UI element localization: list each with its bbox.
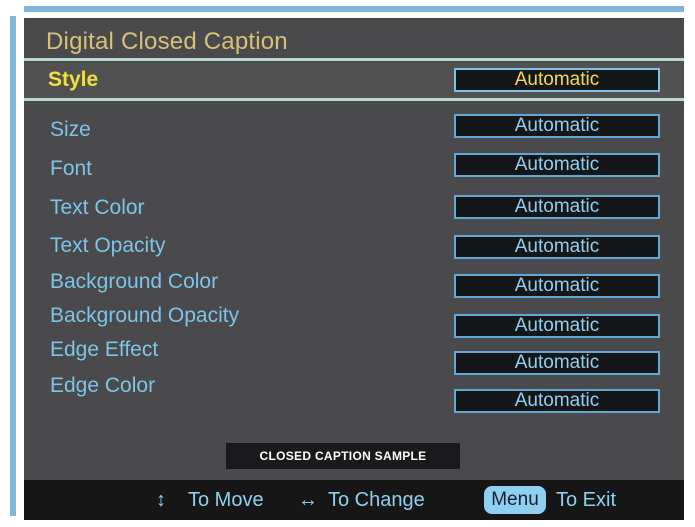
background-color-label: Background Color [50,270,219,293]
left-right-arrow-icon: ↔ [298,489,318,511]
style-value[interactable]: Automatic [454,68,660,92]
background-opacity-value[interactable]: Automatic [454,314,660,338]
text-color-value[interactable]: Automatic [454,195,660,219]
up-down-arrow-icon: ↕ [156,489,166,511]
move-hint: To Move [188,489,264,511]
exit-hint: To Exit [556,489,617,511]
edge-effect-label: Edge Effect [50,338,159,361]
menu-row-style[interactable]: Style Automatic [24,62,684,98]
background-color-value[interactable]: Automatic [454,274,660,298]
caption-sample: CLOSED CAPTION SAMPLE [226,443,460,469]
size-label: Size [50,118,91,141]
edge-color-value[interactable]: Automatic [454,389,660,413]
change-hint: To Change [328,489,425,511]
selected-row-divider [24,98,684,101]
left-border [10,16,16,516]
size-value[interactable]: Automatic [454,114,660,138]
edge-color-label: Edge Color [50,374,156,397]
closed-caption-menu: Digital Closed Caption Style Automatic S… [24,18,684,520]
footer-bar: ↕ To Move ↔ To Change Menu To Exit [24,480,684,520]
top-border [24,6,684,12]
style-label: Style [48,68,99,91]
title-divider [24,58,684,61]
text-opacity-label: Text Opacity [50,234,166,257]
menu-title: Digital Closed Caption [46,28,288,55]
menu-button[interactable]: Menu [484,486,546,514]
edge-effect-value[interactable]: Automatic [454,351,660,375]
background-opacity-label: Background Opacity [50,304,240,327]
font-value[interactable]: Automatic [454,153,660,177]
text-color-label: Text Color [50,196,145,219]
text-opacity-value[interactable]: Automatic [454,235,660,259]
font-label: Font [50,157,93,180]
